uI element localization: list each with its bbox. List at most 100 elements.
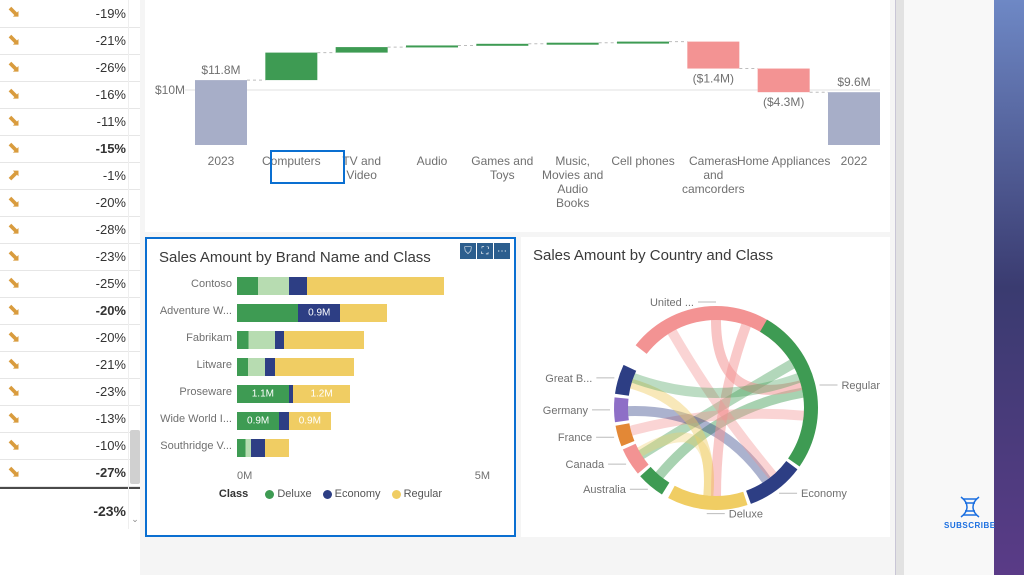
svg-text:($1.4M): ($1.4M) xyxy=(693,72,734,86)
card-header-icons: ⛉ ⛶ ⋯ xyxy=(460,243,510,259)
svg-text:Games and: Games and xyxy=(471,154,533,168)
metrics-row[interactable]: ⬊ -23% xyxy=(0,378,140,405)
metrics-row[interactable]: ⬊ -23% xyxy=(0,243,140,270)
brand-bar-row[interactable]: 0.9M xyxy=(237,303,387,323)
brand-bar-segment[interactable] xyxy=(307,277,443,295)
metrics-row[interactable]: ⬊ -20% xyxy=(0,324,140,351)
metrics-row[interactable]: ⬊ -19% xyxy=(0,0,140,27)
brand-category-label: Contoso xyxy=(147,278,232,290)
brand-bar-segment[interactable] xyxy=(237,277,289,295)
brand-bar-segment[interactable] xyxy=(265,358,274,376)
trend-dn-icon: ⬊ xyxy=(7,59,20,76)
metrics-row[interactable]: ⬊ -25% xyxy=(0,270,140,297)
brand-category-label: Adventure W... xyxy=(147,305,232,317)
waterfall-bar[interactable] xyxy=(336,47,388,53)
metrics-value: -21% xyxy=(28,351,140,378)
brand-chart-card[interactable]: ⛉ ⛶ ⋯ Sales Amount by Brand Name and Cla… xyxy=(145,237,516,537)
metrics-scrollbar[interactable]: ⌄ xyxy=(128,0,140,529)
brand-bar-row[interactable] xyxy=(237,357,354,377)
brand-bar-segment[interactable]: 0.9M xyxy=(289,412,331,430)
subscribe-badge[interactable]: SUBSCRIBE xyxy=(944,495,996,530)
waterfall-bar[interactable] xyxy=(687,42,739,69)
metrics-value: -23% xyxy=(28,378,140,405)
metrics-row[interactable]: ⬊ -21% xyxy=(0,351,140,378)
brand-bar-segment[interactable] xyxy=(237,439,251,457)
brand-bar-segment[interactable] xyxy=(289,277,308,295)
svg-text:Germany: Germany xyxy=(543,405,589,417)
metrics-row[interactable]: ⬊ -28% xyxy=(0,216,140,243)
svg-text:Cell phones: Cell phones xyxy=(611,154,674,168)
svg-text:($4.3M): ($4.3M) xyxy=(763,95,804,109)
brand-bar-segment[interactable] xyxy=(251,439,265,457)
brand-bar-segment[interactable]: 1.2M xyxy=(293,385,349,403)
brand-bar-row[interactable] xyxy=(237,276,444,296)
focus-mode-icon[interactable]: ⛶ xyxy=(477,243,493,259)
metrics-value: -28% xyxy=(28,216,140,243)
filter-icon[interactable]: ⛉ xyxy=(460,243,476,259)
metrics-row[interactable]: ⬊ -16% xyxy=(0,81,140,108)
scroll-down-icon[interactable]: ⌄ xyxy=(130,509,140,529)
brand-bar-segment[interactable] xyxy=(237,331,275,349)
brand-bar-row[interactable] xyxy=(237,438,289,458)
brand-category-label: Fabrikam xyxy=(147,332,232,344)
waterfall-bar[interactable] xyxy=(476,44,528,46)
brand-bar-segment[interactable] xyxy=(237,358,265,376)
waterfall-bar[interactable] xyxy=(547,43,599,45)
scrollbar-thumb[interactable] xyxy=(130,430,140,484)
brand-bar-segment[interactable]: 0.9M xyxy=(237,412,279,430)
metrics-row[interactable]: ⬊ -10% xyxy=(0,432,140,459)
metrics-row[interactable]: ⬊ -11% xyxy=(0,108,140,135)
metrics-row[interactable]: ⬊ -20% xyxy=(0,297,140,324)
brand-bar-row[interactable] xyxy=(237,330,364,350)
brand-bar-segment[interactable] xyxy=(275,358,355,376)
metrics-row[interactable]: ⬊ -20% xyxy=(0,189,140,216)
metrics-value: -20% xyxy=(28,297,140,324)
svg-text:Audio: Audio xyxy=(417,154,448,168)
waterfall-chart[interactable]: $10M$11.8M($1.4M)($4.3M)$9.6M2023Compute… xyxy=(145,0,890,232)
metrics-row[interactable]: ⬊ -27% xyxy=(0,459,140,486)
metrics-row[interactable]: ⬊ -13% xyxy=(0,405,140,432)
brand-bar-segment[interactable] xyxy=(279,412,288,430)
metrics-value: -15% xyxy=(28,135,140,162)
svg-text:Home Appliances: Home Appliances xyxy=(737,154,830,168)
waterfall-bar[interactable] xyxy=(758,69,810,93)
metrics-row[interactable]: ⬊ -21% xyxy=(0,27,140,54)
brand-bar-row[interactable]: 1.1M1.2M xyxy=(237,384,350,404)
country-chart-card[interactable]: Sales Amount by Country and Class Austra… xyxy=(521,237,890,537)
brand-bar-segment[interactable]: 1.1M xyxy=(237,385,289,403)
metrics-row[interactable]: ⬊ -26% xyxy=(0,54,140,81)
trend-dn-icon: ⬊ xyxy=(7,140,20,157)
brand-bar-segment[interactable] xyxy=(275,331,284,349)
brand-chart-title: Sales Amount by Brand Name and Class xyxy=(147,239,514,270)
trend-dn-icon: ⬊ xyxy=(7,194,20,211)
brand-bar-segment[interactable] xyxy=(284,331,364,349)
svg-text:Video: Video xyxy=(346,168,377,182)
side-pane xyxy=(904,0,994,575)
waterfall-bar[interactable] xyxy=(195,80,247,145)
brand-bar-row[interactable]: 0.9M 0.9M xyxy=(237,411,331,431)
waterfall-bar[interactable] xyxy=(406,45,458,47)
trend-dn-icon: ⬊ xyxy=(7,4,20,21)
brand-bar-segment[interactable]: 0.9M xyxy=(298,304,340,322)
dna-icon xyxy=(957,495,983,519)
metrics-row[interactable]: ⬈ -1% xyxy=(0,162,140,189)
brand-bar-segment[interactable] xyxy=(265,439,289,457)
app-root: ⬊ -19%⬊ -21%⬊ -26%⬊ -16%⬊ -11%⬊ -15%⬈ -1… xyxy=(0,0,1024,575)
dashboard: $10M$11.8M($1.4M)($4.3M)$9.6M2023Compute… xyxy=(140,0,895,575)
svg-text:2022: 2022 xyxy=(841,154,868,168)
chord-arc[interactable] xyxy=(614,397,629,422)
waterfall-bar[interactable] xyxy=(828,92,880,145)
trend-dn-icon: ⬊ xyxy=(7,248,20,265)
metrics-value: -25% xyxy=(28,270,140,297)
trend-up-icon: ⬈ xyxy=(7,167,20,184)
svg-text:$11.8M: $11.8M xyxy=(201,63,240,77)
svg-text:TV and: TV and xyxy=(342,154,381,168)
brand-bar-segment[interactable] xyxy=(340,304,387,322)
svg-text:Toys: Toys xyxy=(490,168,515,182)
waterfall-bar[interactable] xyxy=(265,53,317,81)
brand-bar-segment[interactable] xyxy=(237,304,298,322)
desktop-wallpaper-strip xyxy=(994,0,1024,575)
waterfall-bar[interactable] xyxy=(617,42,669,44)
metrics-row[interactable]: ⬊ -15% xyxy=(0,135,140,162)
more-options-icon[interactable]: ⋯ xyxy=(494,243,510,259)
